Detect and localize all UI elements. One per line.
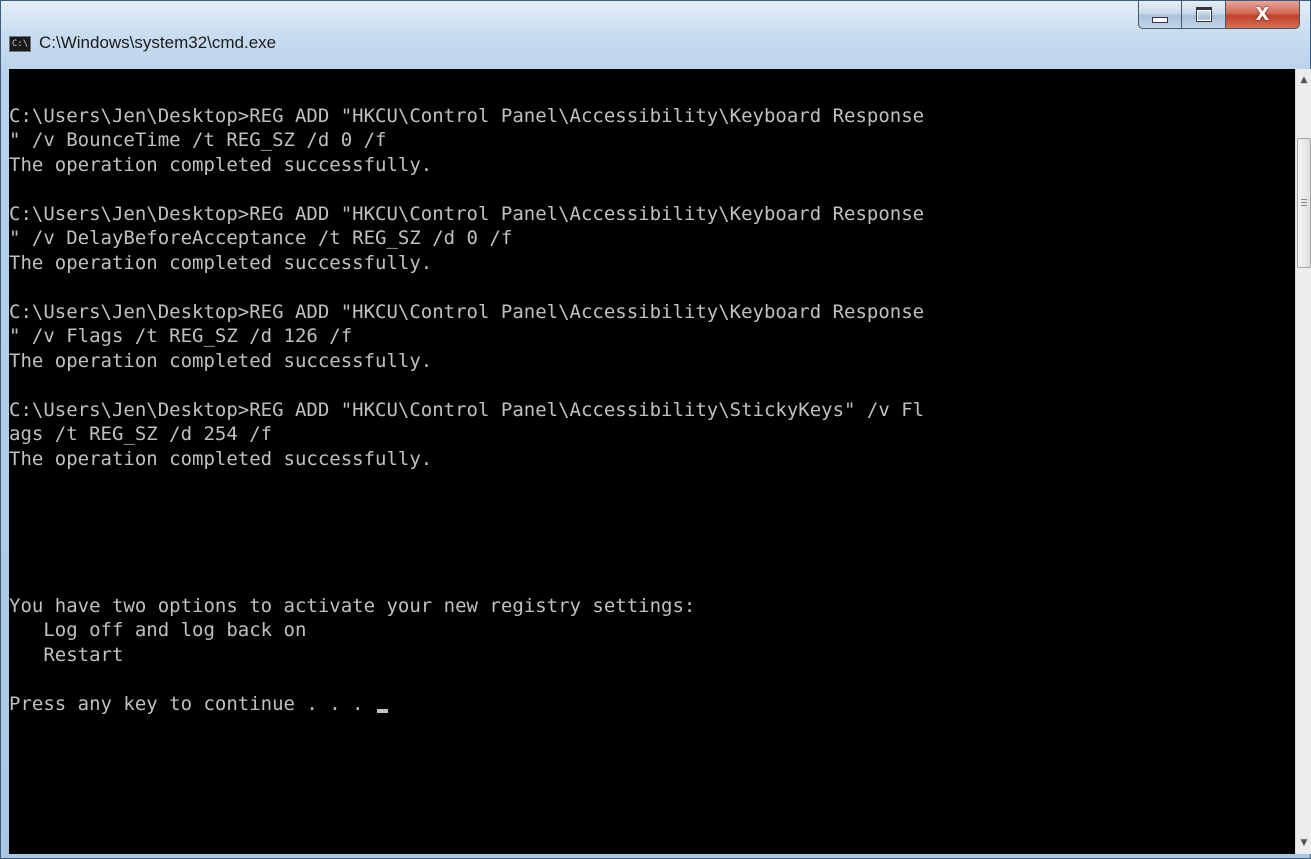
maximize-icon	[1195, 7, 1212, 22]
console-line: C:\Users\Jen\Desktop>REG ADD "HKCU\Contr…	[9, 398, 925, 421]
console-output[interactable]: C:\Users\Jen\Desktop>REG ADD "HKCU\Contr…	[9, 69, 1295, 854]
console-line: " /v Flags /t REG_SZ /d 126 /f	[9, 325, 353, 347]
console-line: C:\Users\Jen\Desktop>REG ADD "HKCU\Contr…	[9, 104, 925, 127]
window-title: C:\Windows\system32\cmd.exe	[39, 33, 277, 52]
console-line: The operation completed successfully.	[9, 447, 433, 470]
console-line: Press any key to continue . . .	[9, 692, 924, 717]
scrollbar-grip-icon	[1301, 199, 1307, 200]
scroll-up-arrow-icon[interactable]: ▲	[1296, 71, 1311, 89]
scrollbar-thumb[interactable]	[1297, 138, 1311, 268]
vertical-scrollbar[interactable]: ▲ ▼	[1295, 69, 1311, 854]
text-cursor	[377, 708, 389, 713]
window-controls: X	[1138, 1, 1300, 29]
close-icon: X	[1255, 4, 1270, 25]
console-line: The operation completed successfully.	[9, 153, 433, 176]
close-button[interactable]: X	[1226, 1, 1300, 29]
console-text: C:\Users\Jen\Desktop>REG ADD "HKCU\Contr…	[9, 79, 924, 716]
console-line: C:\Users\Jen\Desktop>REG ADD "HKCU\Contr…	[9, 300, 925, 323]
minimize-icon	[1152, 16, 1168, 23]
console-line: C:\Users\Jen\Desktop>REG ADD "HKCU\Contr…	[9, 202, 925, 225]
console-line: Restart	[9, 643, 124, 666]
console-line: Log off and log back on	[9, 619, 307, 641]
cmd-app-icon[interactable]: C:\	[9, 36, 31, 52]
maximize-button[interactable]	[1182, 1, 1226, 29]
console-line: You have two options to activate your ne…	[9, 594, 696, 617]
cmd-window: C:\ C:\Windows\system32\cmd.exe X C:\Use…	[0, 0, 1311, 859]
scroll-down-arrow-icon[interactable]: ▼	[1296, 834, 1311, 852]
console-line: " /v BounceTime /t REG_SZ /d 0 /f	[9, 129, 387, 151]
console-line: ags /t REG_SZ /d 254 /f	[9, 423, 273, 445]
console-line: The operation completed successfully.	[9, 251, 433, 274]
minimize-button[interactable]	[1138, 1, 1182, 29]
console-line: The operation completed successfully.	[9, 349, 433, 372]
console-line: " /v DelayBeforeAcceptance /t REG_SZ /d …	[9, 227, 513, 249]
